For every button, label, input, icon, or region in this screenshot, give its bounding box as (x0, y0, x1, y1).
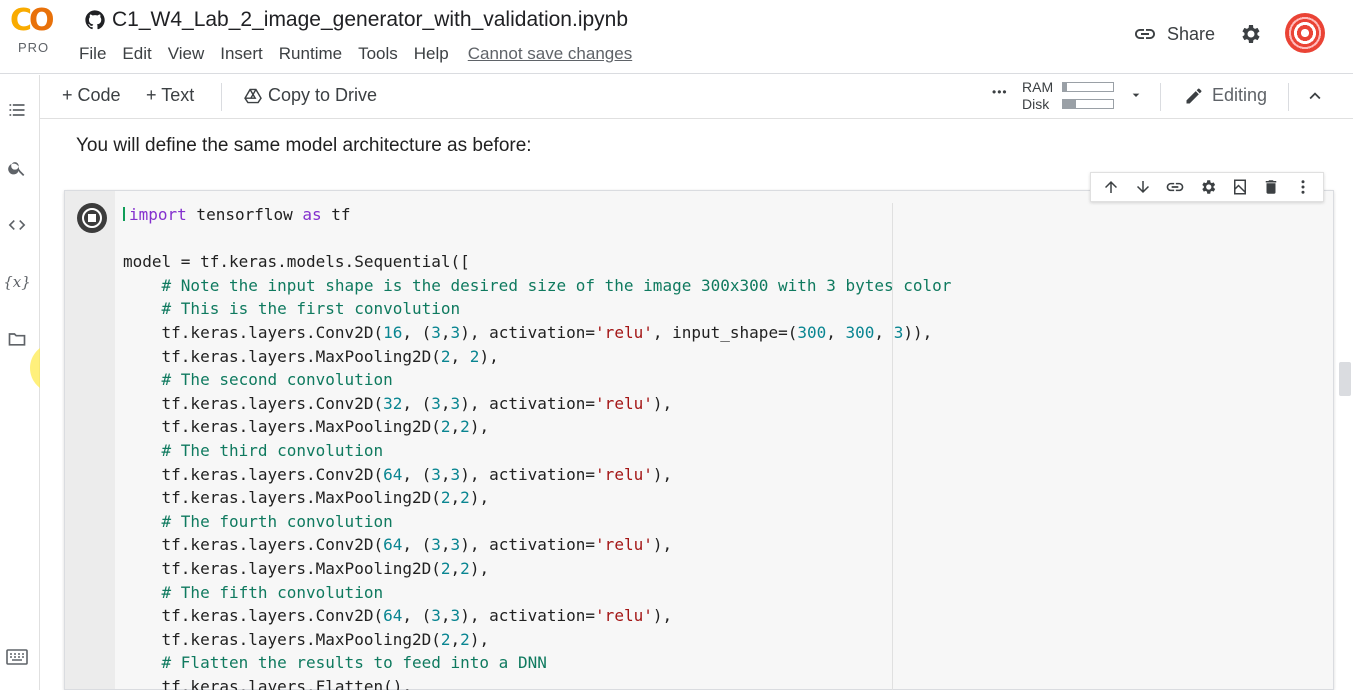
cell-toolbar (1090, 172, 1324, 202)
logo-letter-o: O (29, 3, 54, 38)
mirror-cell-icon[interactable] (1231, 178, 1249, 196)
settings-button[interactable] (1238, 22, 1262, 51)
menu-edit[interactable]: Edit (122, 44, 151, 64)
resources-dropdown[interactable] (1128, 87, 1144, 103)
resource-monitor[interactable]: RAM Disk (1022, 79, 1053, 113)
search-icon[interactable] (6, 157, 28, 179)
code-line: tf.keras.layers.Conv2D(64, (3,3), activa… (123, 606, 673, 626)
files-icon[interactable] (6, 328, 28, 350)
code-line: tf.keras.layers.Conv2D(64, (3,3), activa… (123, 535, 673, 555)
editing-label: Editing (1212, 85, 1268, 105)
toolbar-divider-2 (1160, 83, 1161, 111)
drive-icon (244, 88, 262, 103)
markdown-cell-text[interactable]: You will define the same model architect… (76, 135, 532, 157)
notebook-title-row: C1_W4_Lab_2_image_generator_with_validat… (84, 8, 628, 32)
ram-usage-fill (1063, 83, 1067, 91)
menu-bar: File Edit View Insert Runtime Tools Help… (79, 44, 648, 64)
delete-icon[interactable] (1262, 178, 1280, 196)
gear-icon (1242, 25, 1260, 43)
toolbar-divider-3 (1288, 83, 1289, 111)
ram-usage-bar (1062, 82, 1114, 92)
move-down-icon[interactable] (1134, 178, 1152, 196)
cursor-caret (123, 207, 125, 221)
link-icon[interactable] (1165, 177, 1185, 197)
notebook-body: You will define the same model architect… (40, 119, 1353, 690)
ram-label: RAM (1022, 79, 1054, 95)
app-header: CO PRO C1_W4_Lab_2_image_generator_with_… (0, 0, 1353, 74)
terminal-icon[interactable] (6, 648, 28, 666)
collapse-header-button[interactable] (1304, 85, 1326, 107)
code-line: tf.keras.layers.MaxPooling2D(2,2), (123, 629, 490, 649)
disk-usage-fill (1063, 100, 1076, 108)
pro-badge: PRO (18, 40, 50, 55)
menu-insert[interactable]: Insert (220, 44, 263, 64)
menu-file[interactable]: File (79, 44, 106, 64)
menu-runtime[interactable]: Runtime (279, 44, 342, 64)
code-line: tf.keras.layers.MaxPooling2D(2,2), (123, 417, 490, 437)
add-code-button[interactable]: + Code (62, 85, 121, 106)
editing-mode-button[interactable]: Editing (1184, 85, 1267, 106)
code-line: # This is the first convolution (123, 299, 461, 319)
code-editor[interactable]: import tensorflow as tf model = tf.keras… (123, 203, 951, 690)
share-label: Share (1167, 23, 1216, 44)
notebook-toolbar: + Code + Text Copy to Drive ••• RAM Disk… (40, 75, 1353, 119)
code-line: model = tf.keras.models.Sequential([ (123, 252, 470, 272)
copy-to-drive-label: Copy to Drive (268, 85, 378, 105)
code-line: # The fifth convolution (123, 582, 384, 602)
code-line: tf.keras.layers.MaxPooling2D(2,2), (123, 558, 490, 578)
pencil-icon (1186, 88, 1202, 103)
link-icon (1135, 29, 1155, 39)
code-line: import tensorflow as tf (123, 203, 951, 227)
github-icon (85, 10, 105, 30)
add-text-button[interactable]: + Text (146, 85, 194, 106)
code-snippets-icon[interactable] (6, 214, 28, 236)
colab-logo[interactable]: CO PRO (10, 6, 62, 62)
save-status-link[interactable]: Cannot save changes (468, 44, 632, 64)
account-avatar[interactable] (1285, 13, 1325, 53)
toolbar-divider (221, 83, 222, 111)
cell-gutter (65, 191, 115, 689)
variables-icon[interactable]: {x} (3, 271, 31, 293)
code-line: tf.keras.layers.Conv2D(16, (3,3), activa… (123, 322, 933, 342)
code-cell[interactable]: import tensorflow as tf model = tf.keras… (64, 190, 1334, 690)
disk-label: Disk (1022, 96, 1050, 112)
share-button[interactable]: Share (1133, 22, 1215, 46)
logo-letter-c: C (10, 3, 32, 38)
code-line: # Note the input shape is the desired si… (123, 275, 952, 295)
stop-icon (82, 208, 102, 228)
code-line: tf.keras.layers.Flatten(), (123, 676, 412, 690)
run-cell-button[interactable] (77, 203, 107, 233)
toc-icon[interactable] (6, 99, 28, 121)
more-icon[interactable] (1294, 178, 1312, 196)
disk-usage-bar (1062, 99, 1114, 109)
code-line: # The fourth convolution (123, 511, 393, 531)
menu-help[interactable]: Help (414, 44, 449, 64)
menu-view[interactable]: View (168, 44, 205, 64)
code-line: # The second convolution (123, 370, 393, 390)
code-line: tf.keras.layers.MaxPooling2D(2,2), (123, 488, 490, 508)
code-line: # The third convolution (123, 440, 384, 460)
move-up-icon[interactable] (1102, 178, 1120, 196)
scrollbar-thumb[interactable] (1339, 362, 1351, 396)
chevron-up-icon (1309, 92, 1321, 100)
more-options-button[interactable]: ••• (992, 85, 1008, 99)
caret-down-icon (1132, 93, 1140, 97)
settings-icon[interactable] (1199, 178, 1217, 196)
code-line: # Flatten the results to feed into a DNN (123, 653, 547, 673)
menu-tools[interactable]: Tools (358, 44, 398, 64)
copy-to-drive-button[interactable]: Copy to Drive (244, 85, 377, 106)
code-line: tf.keras.layers.Conv2D(64, (3,3), activa… (123, 464, 673, 484)
code-line: tf.keras.layers.MaxPooling2D(2, 2), (123, 346, 499, 366)
notebook-title[interactable]: C1_W4_Lab_2_image_generator_with_validat… (112, 8, 628, 32)
code-line: tf.keras.layers.Conv2D(32, (3,3), activa… (123, 393, 673, 413)
